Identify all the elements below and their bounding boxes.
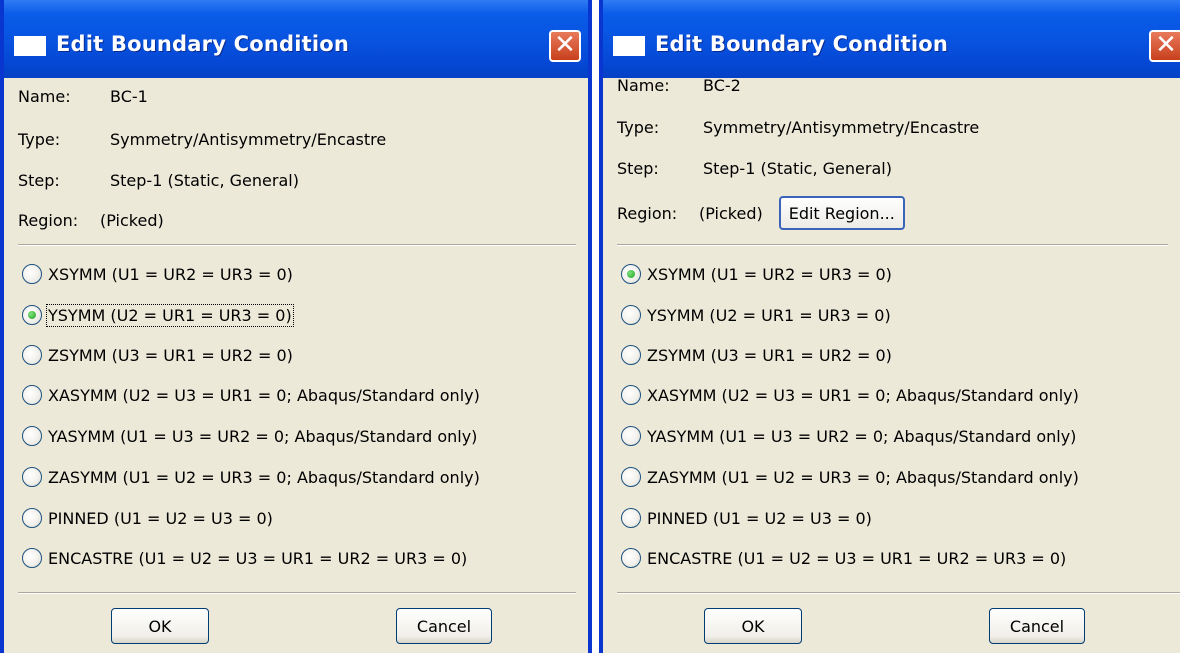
radio-button[interactable] xyxy=(621,548,641,568)
radio-option-label: XSYMM (U1 = UR2 = UR3 = 0) xyxy=(647,264,892,284)
radio-button-selected[interactable] xyxy=(22,305,42,325)
radio-option-zasymm[interactable]: ZASYMM (U1 = U2 = UR3 = 0; Abaqus/Standa… xyxy=(621,467,1079,487)
edit-boundary-condition-dialog-bc-2: Edit Boundary Condition ✕ Name: BC-2 Typ… xyxy=(599,0,1180,653)
region-label: Region: xyxy=(18,211,79,230)
radio-button[interactable] xyxy=(621,467,641,487)
name-label: Name: xyxy=(617,76,670,95)
radio-option-label: YASYMM (U1 = U3 = UR2 = 0; Abaqus/Standa… xyxy=(48,426,478,446)
type-label: Type: xyxy=(617,118,660,137)
radio-option-pinned[interactable]: PINNED (U1 = U2 = U3 = 0) xyxy=(22,508,273,528)
region-value: (Picked) xyxy=(100,211,164,230)
radio-button[interactable] xyxy=(22,508,42,528)
separator xyxy=(617,592,1180,594)
radio-button[interactable] xyxy=(22,385,42,405)
radio-option-xsymm[interactable]: XSYMM (U1 = UR2 = UR3 = 0) xyxy=(621,264,892,284)
radio-option-yasymm[interactable]: YASYMM (U1 = U3 = UR2 = 0; Abaqus/Standa… xyxy=(22,426,477,446)
close-icon: ✕ xyxy=(1155,30,1177,60)
region-value: (Picked) xyxy=(699,203,763,223)
separator xyxy=(18,592,576,594)
title-bar[interactable]: Edit Boundary Condition ✕ xyxy=(603,0,1180,78)
type-row: Type: Symmetry/Antisymmetry/Encastre xyxy=(18,130,386,149)
cancel-button[interactable]: Cancel xyxy=(989,608,1085,644)
radio-button[interactable] xyxy=(621,426,641,446)
radio-option-label: PINNED (U1 = U2 = U3 = 0) xyxy=(48,508,273,528)
cancel-button[interactable]: Cancel xyxy=(396,608,492,644)
radio-button[interactable] xyxy=(621,508,641,528)
radio-button[interactable] xyxy=(621,305,641,325)
radio-option-label: XSYMM (U1 = UR2 = UR3 = 0) xyxy=(48,264,293,284)
window-title: Edit Boundary Condition xyxy=(56,32,350,56)
radio-option-xasymm[interactable]: XASYMM (U2 = U3 = UR1 = 0; Abaqus/Standa… xyxy=(22,385,480,405)
radio-button[interactable] xyxy=(22,548,42,568)
close-button[interactable]: ✕ xyxy=(1149,30,1180,62)
radio-button[interactable] xyxy=(621,345,641,365)
separator xyxy=(617,244,1168,246)
separator xyxy=(18,244,576,246)
name-value: BC-2 xyxy=(703,76,741,95)
name-row: Name: BC-1 xyxy=(18,87,148,106)
radio-option-encastre[interactable]: ENCASTRE (U1 = U2 = U3 = UR1 = UR2 = UR3… xyxy=(621,548,1066,568)
region-row: Region: (Picked) xyxy=(18,211,164,230)
radio-button[interactable] xyxy=(22,467,42,487)
radio-option-label: YSYMM (U2 = UR1 = UR3 = 0) xyxy=(647,305,891,325)
step-label: Step: xyxy=(617,159,659,178)
radio-option-label: XASYMM (U2 = U3 = UR1 = 0; Abaqus/Standa… xyxy=(48,385,480,405)
radio-button[interactable] xyxy=(22,345,42,365)
radio-option-label: ENCASTRE (U1 = U2 = U3 = UR1 = UR2 = UR3… xyxy=(647,548,1067,568)
window-icon xyxy=(14,36,46,56)
step-label: Step: xyxy=(18,171,60,190)
screenshot: Edit Boundary Condition ✕ Name: BC-1 Typ… xyxy=(0,0,1180,653)
type-label: Type: xyxy=(18,130,61,149)
step-row: Step: Step-1 (Static, General) xyxy=(617,159,892,178)
radio-button-selected[interactable] xyxy=(621,264,641,284)
window-title: Edit Boundary Condition xyxy=(655,32,949,56)
type-value: Symmetry/Antisymmetry/Encastre xyxy=(703,118,980,137)
radio-button[interactable] xyxy=(22,426,42,446)
radio-option-zasymm[interactable]: ZASYMM (U1 = U2 = UR3 = 0; Abaqus/Standa… xyxy=(22,467,480,487)
radio-option-label: ZASYMM (U1 = U2 = UR3 = 0; Abaqus/Standa… xyxy=(647,467,1079,487)
radio-option-pinned[interactable]: PINNED (U1 = U2 = U3 = 0) xyxy=(621,508,872,528)
radio-option-yasymm[interactable]: YASYMM (U1 = U3 = UR2 = 0; Abaqus/Standa… xyxy=(621,426,1076,446)
radio-option-label: ZASYMM (U1 = U2 = UR3 = 0; Abaqus/Standa… xyxy=(48,467,480,487)
radio-option-label: ZSYMM (U3 = UR1 = UR2 = 0) xyxy=(48,345,293,365)
region-label: Region: xyxy=(617,203,678,223)
name-label: Name: xyxy=(18,87,71,106)
step-value: Step-1 (Static, General) xyxy=(110,171,299,190)
region-row: Region: (Picked) Edit Region... xyxy=(617,196,905,230)
ok-button[interactable]: OK xyxy=(704,608,802,644)
step-row: Step: Step-1 (Static, General) xyxy=(18,171,299,190)
radio-option-label: ZSYMM (U3 = UR1 = UR2 = 0) xyxy=(647,345,892,365)
close-button[interactable]: ✕ xyxy=(549,30,581,62)
edit-boundary-condition-dialog-bc-1: Edit Boundary Condition ✕ Name: BC-1 Typ… xyxy=(0,0,592,653)
name-row: Name: BC-2 xyxy=(617,76,741,95)
ok-button[interactable]: OK xyxy=(111,608,209,644)
radio-option-ysymm[interactable]: YSYMM (U2 = UR1 = UR3 = 0) xyxy=(22,303,294,327)
type-row: Type: Symmetry/Antisymmetry/Encastre xyxy=(617,118,979,137)
radio-button[interactable] xyxy=(22,264,42,284)
edit-region-button[interactable]: Edit Region... xyxy=(778,196,905,230)
radio-option-xsymm[interactable]: XSYMM (U1 = UR2 = UR3 = 0) xyxy=(22,264,293,284)
radio-option-label: XASYMM (U2 = U3 = UR1 = 0; Abaqus/Standa… xyxy=(647,385,1079,405)
radio-button[interactable] xyxy=(621,385,641,405)
radio-option-xasymm[interactable]: XASYMM (U2 = U3 = UR1 = 0; Abaqus/Standa… xyxy=(621,385,1079,405)
radio-option-ysymm[interactable]: YSYMM (U2 = UR1 = UR3 = 0) xyxy=(621,305,891,325)
name-value: BC-1 xyxy=(110,87,148,106)
title-bar[interactable]: Edit Boundary Condition ✕ xyxy=(4,0,588,78)
step-value: Step-1 (Static, General) xyxy=(703,159,892,178)
close-icon: ✕ xyxy=(554,30,576,60)
radio-option-label: ENCASTRE (U1 = U2 = U3 = UR1 = UR2 = UR3… xyxy=(48,548,468,568)
type-value: Symmetry/Antisymmetry/Encastre xyxy=(110,130,387,149)
radio-option-label: PINNED (U1 = U2 = U3 = 0) xyxy=(647,508,872,528)
radio-option-label: YASYMM (U1 = U3 = UR2 = 0; Abaqus/Standa… xyxy=(647,426,1077,446)
window-icon xyxy=(613,36,645,56)
radio-option-zsymm[interactable]: ZSYMM (U3 = UR1 = UR2 = 0) xyxy=(22,345,293,365)
radio-option-zsymm[interactable]: ZSYMM (U3 = UR1 = UR2 = 0) xyxy=(621,345,892,365)
radio-option-label: YSYMM (U2 = UR1 = UR3 = 0) xyxy=(46,303,294,327)
radio-option-encastre[interactable]: ENCASTRE (U1 = U2 = U3 = UR1 = UR2 = UR3… xyxy=(22,548,467,568)
